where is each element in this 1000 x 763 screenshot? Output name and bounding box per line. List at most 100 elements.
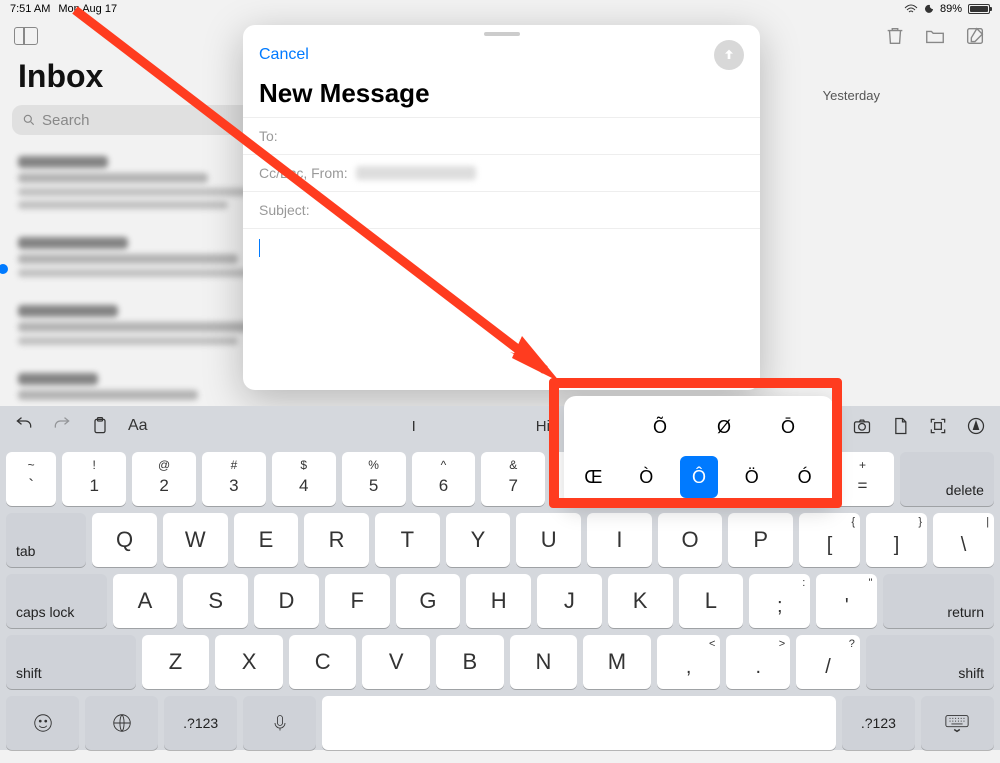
key-b[interactable]: B bbox=[436, 635, 504, 689]
key-1[interactable]: !1 bbox=[62, 452, 126, 506]
key-z[interactable]: Z bbox=[142, 635, 210, 689]
key-g[interactable]: G bbox=[396, 574, 461, 628]
key-equals[interactable]: += bbox=[831, 452, 895, 506]
key-backtick[interactable]: ~` bbox=[6, 452, 56, 506]
globe-icon bbox=[111, 712, 133, 734]
document-icon[interactable] bbox=[890, 416, 910, 436]
accent-o-circumflex[interactable]: Ô bbox=[680, 456, 719, 498]
key-a[interactable]: A bbox=[113, 574, 178, 628]
key-globe[interactable] bbox=[85, 696, 158, 750]
keyboard-row-bottom: .?123 .?123 bbox=[6, 696, 994, 750]
key-c[interactable]: C bbox=[289, 635, 357, 689]
key-4[interactable]: $4 bbox=[272, 452, 336, 506]
battery-pct: 89% bbox=[940, 3, 962, 15]
key-caps-lock[interactable]: caps lock bbox=[6, 574, 107, 628]
sidebar-toggle-icon[interactable] bbox=[14, 27, 38, 45]
keyboard-row-qwerty: tab Q W E R T Y U I O P {[ }] |\ bbox=[6, 513, 994, 567]
status-date: Mon Aug 17 bbox=[58, 3, 117, 15]
search-icon bbox=[22, 113, 36, 127]
key-6[interactable]: ^6 bbox=[412, 452, 476, 506]
suggestion-2[interactable]: Hi bbox=[536, 418, 550, 435]
compose-body[interactable] bbox=[243, 228, 760, 390]
accent-o-diaeresis[interactable]: Ö bbox=[732, 456, 771, 498]
key-p[interactable]: P bbox=[728, 513, 793, 567]
key-return[interactable]: return bbox=[883, 574, 994, 628]
keyboard-row-asdf: caps lock A S D F G H J K L :; "' return bbox=[6, 574, 994, 628]
key-k[interactable]: K bbox=[608, 574, 673, 628]
key-u[interactable]: U bbox=[516, 513, 581, 567]
key-f[interactable]: F bbox=[325, 574, 390, 628]
dnd-icon bbox=[924, 4, 934, 14]
suggestion-1[interactable]: I bbox=[412, 418, 416, 435]
key-tab[interactable]: tab bbox=[6, 513, 86, 567]
key-e[interactable]: E bbox=[234, 513, 299, 567]
accent-oe[interactable]: Œ bbox=[574, 456, 613, 498]
folder-icon[interactable] bbox=[924, 25, 946, 47]
wifi-icon bbox=[904, 4, 918, 14]
key-period[interactable]: >. bbox=[726, 635, 790, 689]
key-m[interactable]: M bbox=[583, 635, 651, 689]
trash-icon[interactable] bbox=[884, 25, 906, 47]
scan-icon[interactable] bbox=[928, 416, 948, 436]
key-bracket-left[interactable]: {[ bbox=[799, 513, 860, 567]
cancel-button[interactable]: Cancel bbox=[259, 46, 309, 64]
send-button[interactable] bbox=[714, 40, 744, 70]
hide-keyboard-icon bbox=[944, 712, 970, 734]
key-emoji[interactable] bbox=[6, 696, 79, 750]
key-comma[interactable]: <, bbox=[657, 635, 721, 689]
key-quote[interactable]: "' bbox=[816, 574, 877, 628]
key-t[interactable]: T bbox=[375, 513, 440, 567]
accent-o-acute[interactable]: Ó bbox=[785, 456, 824, 498]
to-field[interactable]: To: bbox=[243, 117, 760, 154]
key-symbols-right[interactable]: .?123 bbox=[842, 696, 915, 750]
key-w[interactable]: W bbox=[163, 513, 228, 567]
key-y[interactable]: Y bbox=[446, 513, 511, 567]
key-slash[interactable]: ?/ bbox=[796, 635, 860, 689]
key-o[interactable]: O bbox=[658, 513, 723, 567]
cc-bcc-field[interactable]: Cc/Bcc, From: bbox=[243, 154, 760, 191]
keyboard-row-zxcv: shift Z X C V B N M <, >. ?/ shift bbox=[6, 635, 994, 689]
key-r[interactable]: R bbox=[304, 513, 369, 567]
key-symbols-left[interactable]: .?123 bbox=[164, 696, 237, 750]
key-bracket-right[interactable]: }] bbox=[866, 513, 927, 567]
key-backslash[interactable]: |\ bbox=[933, 513, 994, 567]
format-button[interactable]: Aa bbox=[128, 417, 148, 435]
key-semicolon[interactable]: :; bbox=[749, 574, 810, 628]
key-l[interactable]: L bbox=[679, 574, 744, 628]
key-x[interactable]: X bbox=[215, 635, 283, 689]
camera-icon[interactable] bbox=[852, 416, 872, 436]
text-cursor bbox=[259, 239, 260, 257]
key-hide-keyboard[interactable] bbox=[921, 696, 994, 750]
key-space[interactable] bbox=[322, 696, 836, 750]
undo-icon[interactable] bbox=[14, 416, 34, 436]
clipboard-icon[interactable] bbox=[90, 416, 110, 436]
compose-icon[interactable] bbox=[964, 25, 986, 47]
accent-o-tilde[interactable]: Õ bbox=[635, 406, 685, 448]
keyboard-row-numbers: ~` !1 @2 #3 $4 %5 ^6 &7 *8 (9 )0 _- += d… bbox=[6, 452, 994, 506]
accent-o-grave[interactable]: Ò bbox=[627, 456, 666, 498]
key-shift-left[interactable]: shift bbox=[6, 635, 136, 689]
accent-o-macron[interactable]: Ō bbox=[763, 406, 813, 448]
markup-icon[interactable] bbox=[966, 416, 986, 436]
key-mic[interactable] bbox=[243, 696, 316, 750]
key-h[interactable]: H bbox=[466, 574, 531, 628]
key-v[interactable]: V bbox=[362, 635, 430, 689]
key-3[interactable]: #3 bbox=[202, 452, 266, 506]
key-shift-right[interactable]: shift bbox=[866, 635, 994, 689]
key-q[interactable]: Q bbox=[92, 513, 157, 567]
arrow-up-icon bbox=[721, 47, 737, 63]
key-5[interactable]: %5 bbox=[342, 452, 406, 506]
key-s[interactable]: S bbox=[183, 574, 248, 628]
key-d[interactable]: D bbox=[254, 574, 319, 628]
subject-field[interactable]: Subject: bbox=[243, 191, 760, 228]
compose-sheet: Cancel New Message To: Cc/Bcc, From: Sub… bbox=[243, 25, 760, 390]
key-delete[interactable]: delete bbox=[900, 452, 994, 506]
key-n[interactable]: N bbox=[510, 635, 578, 689]
key-7[interactable]: &7 bbox=[481, 452, 545, 506]
redo-icon[interactable] bbox=[52, 416, 72, 436]
emoji-icon bbox=[32, 712, 54, 734]
key-j[interactable]: J bbox=[537, 574, 602, 628]
key-i[interactable]: I bbox=[587, 513, 652, 567]
accent-o-stroke[interactable]: Ø bbox=[699, 406, 749, 448]
key-2[interactable]: @2 bbox=[132, 452, 196, 506]
